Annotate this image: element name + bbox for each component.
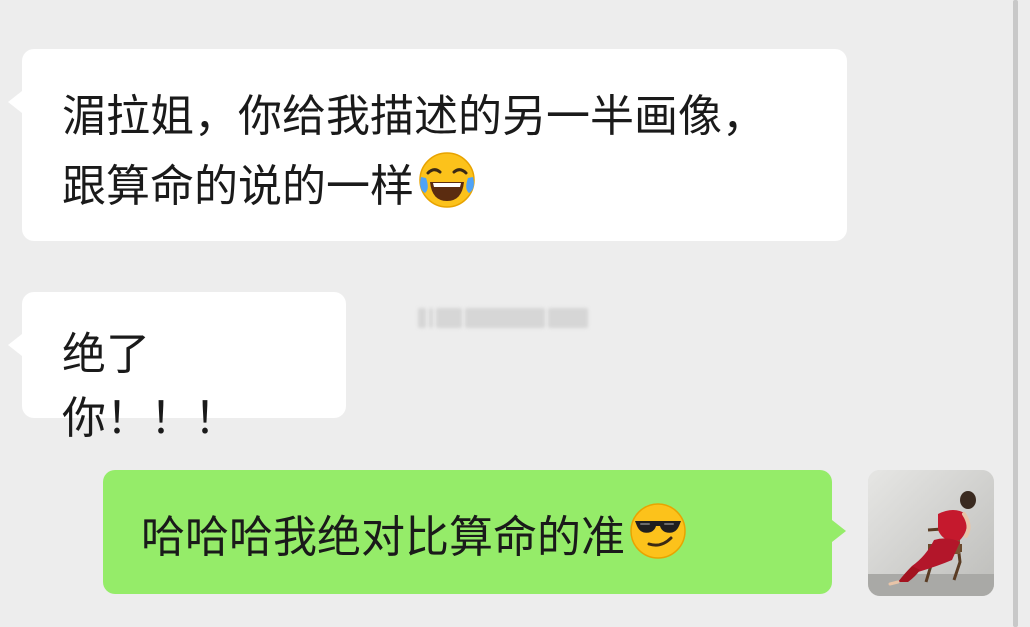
message-text: 湄拉姐，你给我描述的另一半画像，跟算命的说的一样 <box>62 91 766 212</box>
blurred-watermark <box>418 306 588 330</box>
watermark-mark <box>465 308 545 328</box>
self-avatar[interactable] <box>868 470 994 596</box>
received-message-bubble[interactable]: 绝了你！！！ <box>8 292 346 444</box>
message-text: 绝了你！！！ <box>62 329 238 444</box>
received-message-bubble[interactable]: 湄拉姐，你给我描述的另一半画像，跟算命的说的一样 <box>8 49 847 241</box>
watermark-mark <box>436 308 462 328</box>
watermark-mark <box>429 308 433 328</box>
user-avatar-photo-icon <box>868 470 994 596</box>
message-text: 哈哈哈我绝对比算命的准 <box>141 512 625 563</box>
sent-message-bubble[interactable]: 哈哈哈我绝对比算命的准 <box>103 470 846 594</box>
chat-area: 湄拉姐，你给我描述的另一半画像，跟算命的说的一样 绝了你！！！ 哈哈哈我绝对比算… <box>0 0 1030 627</box>
watermark-mark <box>418 308 426 328</box>
watermark-mark <box>548 308 588 328</box>
tears-of-joy-emoji-icon <box>416 149 478 211</box>
sunglasses-smirk-emoji-icon <box>627 500 689 562</box>
scrollbar[interactable] <box>1013 0 1018 627</box>
